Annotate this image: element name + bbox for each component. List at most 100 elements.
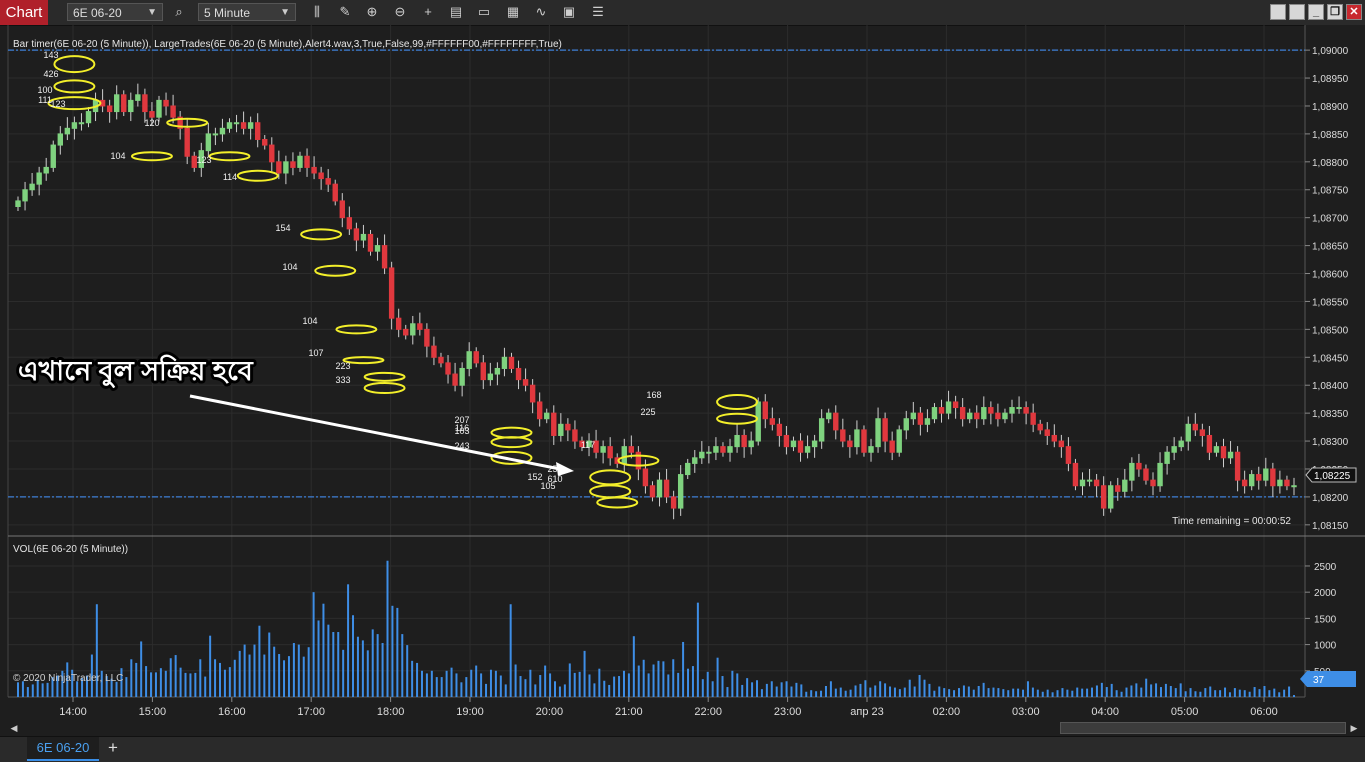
candle-down	[149, 111, 155, 118]
candle-up	[804, 446, 811, 453]
volume-bar	[647, 673, 650, 697]
large-trade-ellipse	[236, 169, 279, 182]
candle-up	[1086, 479, 1093, 482]
volume-bar	[386, 560, 389, 697]
volume-bar	[391, 605, 394, 697]
chart-canvas[interactable]: Bar timer(6E 06-20 (5 Minute)), LargeTra…	[0, 25, 1365, 737]
search-icon[interactable]: ⌕	[170, 3, 188, 21]
candle-up	[854, 429, 860, 448]
volume-bar	[755, 680, 758, 697]
candle-down	[424, 328, 430, 347]
time-tick-label: 23:00	[774, 706, 802, 718]
volume-bar	[834, 688, 837, 697]
volume-bar	[751, 682, 754, 697]
volume-bar	[608, 684, 611, 697]
add-tab-icon[interactable]: +	[104, 738, 122, 758]
minimize-icon[interactable]	[1289, 4, 1305, 20]
volume-bar	[283, 660, 286, 697]
scroll-left-icon[interactable]: ◀	[8, 722, 20, 734]
price-tick-label: 1,08550	[1312, 297, 1349, 308]
chart-title-tab[interactable]: Chart	[0, 0, 48, 25]
candle-down	[1234, 451, 1241, 481]
draw-icon[interactable]: ✎	[336, 3, 354, 21]
bar-type-icon[interactable]: ⫼	[308, 3, 326, 21]
volume-bar	[534, 684, 537, 697]
volume-bar	[711, 681, 714, 697]
volume-bar	[159, 668, 162, 697]
volume-bar	[780, 682, 783, 697]
maximize-icon[interactable]: _	[1308, 4, 1324, 20]
large-trade-ellipse	[53, 79, 96, 94]
volume-bar	[248, 654, 251, 697]
tab-instrument[interactable]: 6E 06-20	[27, 737, 99, 761]
volume-bar	[1214, 690, 1217, 697]
candle-down	[254, 122, 261, 140]
price-tick-label: 1,08450	[1312, 353, 1349, 364]
instrument-selector[interactable]: 6E 06-20 ▼	[67, 3, 163, 21]
candle-down	[515, 367, 522, 381]
candle-down	[142, 94, 148, 113]
volume-bar	[218, 662, 221, 697]
templates-icon[interactable]: ▭	[475, 3, 493, 21]
properties-icon[interactable]: ▤	[447, 3, 465, 21]
volume-bar	[475, 665, 478, 697]
candle-up	[875, 418, 881, 448]
candle-down	[1023, 407, 1029, 414]
volume-bar	[903, 687, 906, 697]
volume-bar	[618, 676, 621, 697]
bottom-tab-bar: 6E 06-20 +	[0, 736, 1365, 762]
scroll-right-icon[interactable]: ▶	[1348, 722, 1360, 734]
large-trade-ellipse	[208, 151, 251, 162]
price-tick-label: 1,08850	[1312, 130, 1349, 141]
zoom-in-icon[interactable]: ⊕	[363, 3, 381, 21]
timeframe-selector[interactable]: 5 Minute ▼	[198, 3, 296, 21]
volume-bar	[578, 671, 581, 697]
candle-up	[924, 418, 931, 425]
volume-bar	[401, 634, 404, 697]
candle-up	[1185, 423, 1191, 442]
volume-bar	[209, 635, 212, 697]
volume-bar	[691, 666, 694, 697]
zoom-out-icon[interactable]: ⊖	[391, 3, 409, 21]
volume-bar	[450, 667, 453, 697]
indicators-icon[interactable]: ▦	[504, 3, 522, 21]
volume-bar	[115, 681, 118, 697]
candle-up	[219, 127, 226, 135]
trade-size-label: 123	[50, 99, 65, 109]
volume-bar	[494, 670, 497, 697]
candle-down	[833, 412, 839, 431]
volume-bar	[1110, 683, 1113, 697]
volume-bar	[164, 670, 167, 697]
restore-window-icon[interactable]: ❐	[1327, 4, 1343, 20]
volume-bar	[1061, 688, 1064, 697]
horizontal-scrollbar[interactable]	[1060, 722, 1346, 734]
candle-down	[995, 412, 1001, 420]
volume-bar	[1219, 690, 1222, 697]
volume-bar	[1174, 688, 1177, 697]
strategies-icon[interactable]: ∿	[532, 3, 550, 21]
volume-bar	[1140, 687, 1143, 697]
list-icon[interactable]: ☰	[589, 3, 607, 21]
volume-bar	[943, 688, 946, 697]
candle-up	[1164, 451, 1170, 464]
volume-bar	[637, 665, 640, 697]
volume-bar	[770, 681, 773, 697]
volume-bar	[435, 677, 438, 697]
close-icon[interactable]: ✕	[1346, 4, 1362, 20]
volume-bar	[810, 690, 813, 697]
large-trade-ellipse	[363, 371, 406, 382]
volume-bar	[731, 670, 734, 697]
snapshot-icon[interactable]: ▣	[560, 3, 578, 21]
volume-bar	[317, 620, 320, 697]
volume-bar	[1002, 689, 1005, 697]
candle-up	[247, 122, 254, 129]
price-tick-label: 1,08700	[1312, 214, 1349, 225]
restore-icon[interactable]	[1270, 4, 1286, 20]
volume-bar	[879, 681, 882, 697]
candle-down	[861, 429, 867, 453]
volume-bar	[485, 683, 488, 697]
volume-panel-label: VOL(6E 06-20 (5 Minute))	[13, 544, 128, 555]
crosshair-icon[interactable]: +	[419, 3, 437, 21]
candle-down	[536, 401, 543, 420]
copyright-text: © 2020 NinjaTrader, LLC	[13, 673, 123, 684]
